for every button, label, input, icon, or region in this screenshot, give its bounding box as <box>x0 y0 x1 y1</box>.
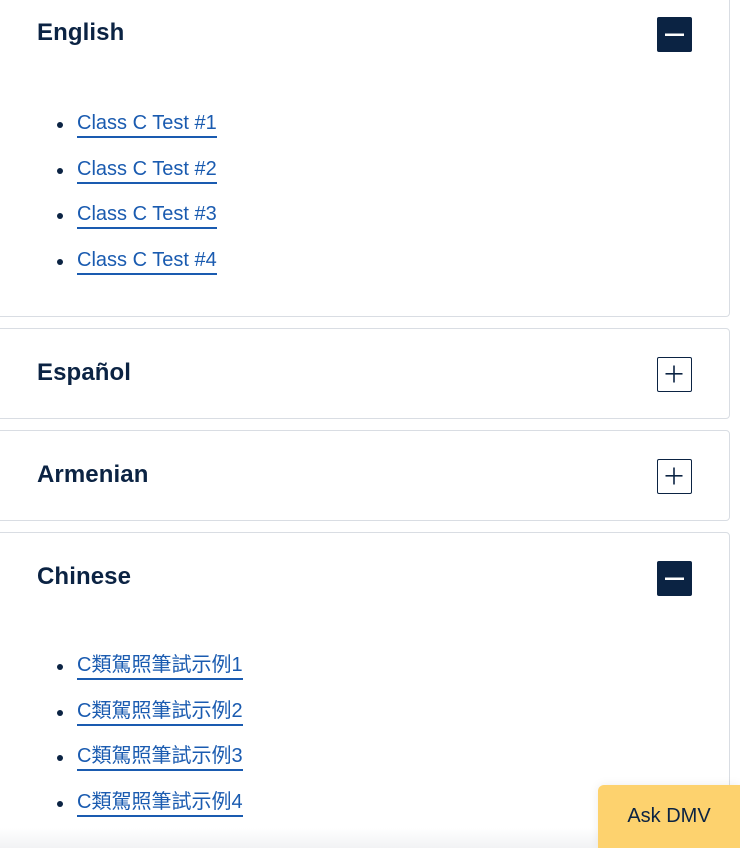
list-item: Class C Test #1 <box>57 111 217 157</box>
list-item: C類駕照筆試示例2 <box>57 699 243 745</box>
bottom-fade <box>0 828 600 848</box>
accordion-panel-armenian[interactable]: Armenian <box>0 430 730 521</box>
list-item: Class C Test #4 <box>57 248 217 294</box>
expand-espanol-button[interactable] <box>657 357 692 392</box>
english-test-link-3[interactable]: Class C Test #3 <box>77 202 217 229</box>
collapse-chinese-button[interactable] <box>657 561 692 596</box>
english-test-link-4[interactable]: Class C Test #4 <box>77 248 217 275</box>
panel-title-english: English <box>37 19 125 46</box>
list-item: Class C Test #2 <box>57 157 217 203</box>
minus-icon <box>665 33 684 36</box>
accordion-panel-english: English Class C Test #1 Class C Test #2 … <box>0 0 730 317</box>
list-item: Class C Test #3 <box>57 202 217 248</box>
panel-title-espanol: Español <box>37 359 132 386</box>
plus-icon <box>665 365 683 383</box>
panel-title-armenian: Armenian <box>37 461 149 488</box>
page-viewport: English Class C Test #1 Class C Test #2 … <box>0 0 740 848</box>
chinese-test-link-4[interactable]: C類駕照筆試示例4 <box>77 790 243 817</box>
english-test-links: Class C Test #1 Class C Test #2 Class C … <box>37 111 217 293</box>
chinese-test-link-2[interactable]: C類駕照筆試示例2 <box>77 699 243 726</box>
chinese-test-links: C類駕照筆試示例1 C類駕照筆試示例2 C類駕照筆試示例3 C類駕照筆試示例4 <box>37 653 243 835</box>
collapse-english-button[interactable] <box>657 17 692 52</box>
panel-title-chinese: Chinese <box>37 563 132 590</box>
ask-dmv-button[interactable]: Ask DMV <box>598 785 740 848</box>
english-test-link-1[interactable]: Class C Test #1 <box>77 111 217 138</box>
accordion-panel-espanol[interactable]: Español <box>0 328 730 419</box>
list-item: C類駕照筆試示例3 <box>57 744 243 790</box>
expand-armenian-button[interactable] <box>657 459 692 494</box>
list-item: C類駕照筆試示例1 <box>57 653 243 699</box>
plus-icon <box>665 467 683 485</box>
english-test-link-2[interactable]: Class C Test #2 <box>77 157 217 184</box>
minus-icon <box>665 577 684 580</box>
chinese-test-link-3[interactable]: C類駕照筆試示例3 <box>77 744 243 771</box>
chinese-test-link-1[interactable]: C類駕照筆試示例1 <box>77 653 243 680</box>
